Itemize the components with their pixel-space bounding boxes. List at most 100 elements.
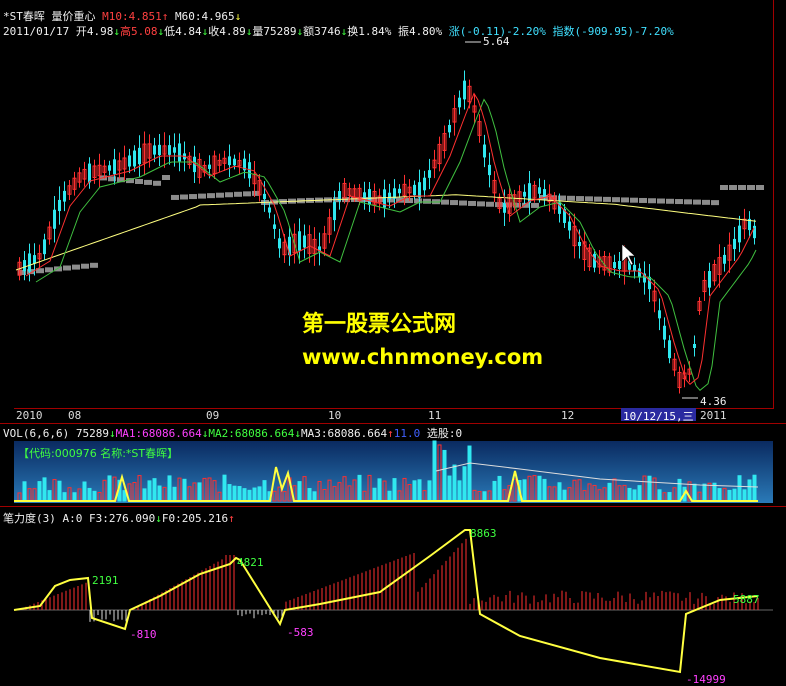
- candle-body: [178, 143, 181, 162]
- date-tick: 08: [68, 409, 82, 422]
- vol-bar: [37, 481, 42, 502]
- gravity-block: [711, 200, 719, 206]
- m60-value: M60:4.965: [174, 10, 235, 23]
- candle-body: [613, 262, 616, 268]
- candle-body: [568, 221, 571, 231]
- gravity-block: [459, 200, 467, 206]
- vol-bar: [557, 482, 562, 502]
- candle-body: [418, 182, 421, 198]
- vol-bar: [657, 489, 662, 502]
- price-high-label: 5.64: [483, 35, 510, 48]
- vol-bar: [727, 489, 732, 502]
- vol-bar: [607, 482, 612, 502]
- candle-body: [298, 231, 301, 251]
- ma-short-line: [25, 92, 755, 385]
- gravity-block: [594, 196, 602, 202]
- quote-amount: 额3746: [303, 25, 341, 38]
- vol-bar: [157, 485, 162, 502]
- candle-body: [43, 239, 46, 255]
- vol-bar: [492, 480, 497, 502]
- quote-date: 2011/01/17: [3, 25, 70, 38]
- gravity-block: [135, 179, 143, 184]
- separator: [0, 423, 786, 424]
- candle-body: [723, 254, 726, 264]
- vol-bar: [237, 486, 242, 502]
- vol-bar: [87, 487, 92, 502]
- gravity-block: [486, 201, 494, 207]
- vol-bar: [82, 481, 87, 502]
- candle-body: [268, 207, 271, 213]
- bili-f3: F3:276.090: [89, 512, 156, 525]
- vol-bar: [372, 487, 377, 502]
- vol-bar: [627, 487, 632, 502]
- vol-bar: [62, 492, 67, 502]
- candle-body: [28, 253, 31, 272]
- candle-body: [113, 159, 116, 175]
- vol-info: 【代码:000976 名称:*ST春晖】: [18, 447, 179, 460]
- quote-high: 高5.08: [119, 25, 158, 38]
- candle-body: [668, 340, 671, 359]
- gravity-block: [747, 185, 755, 190]
- vol-bar: [72, 492, 77, 502]
- vol-bar: [647, 475, 652, 502]
- gravity-block: [198, 193, 206, 199]
- gravity-block: [450, 200, 458, 206]
- candle-body: [168, 145, 171, 155]
- gravity-block: [441, 199, 449, 205]
- quote-low: 低4.84: [164, 25, 202, 38]
- candle-body: [173, 147, 176, 153]
- vol-bar: [262, 480, 267, 502]
- gravity-block: [171, 194, 179, 200]
- gravity-block: [639, 197, 647, 203]
- bili-label-neg14999: -14999: [686, 673, 726, 686]
- candle-body: [428, 170, 431, 178]
- vol-bar: [257, 486, 262, 502]
- quote-open: 开4.98: [75, 25, 114, 38]
- date-tick: 2011: [700, 409, 727, 422]
- gravity-block: [234, 191, 242, 197]
- candle-body: [153, 145, 156, 155]
- watermark-url: www.chnmoney.com: [302, 345, 544, 369]
- vol-bar: [632, 489, 637, 502]
- gravity-block: [585, 196, 593, 202]
- gravity-block: [225, 192, 233, 198]
- quote-bar: 2011/01/17 开4.98↓高5.08↓低4.84↓收4.89↓量7528…: [3, 25, 674, 38]
- candle-body: [33, 255, 36, 264]
- vol-bar: [387, 490, 392, 502]
- vol-bar: [462, 466, 467, 502]
- gravity-block: [207, 193, 215, 199]
- gravity-block: [54, 266, 62, 272]
- candle-body: [228, 156, 231, 166]
- candle-body: [463, 80, 466, 100]
- gravity-block: [612, 197, 620, 203]
- vol-bar: [147, 480, 152, 502]
- candle-body: [458, 97, 461, 108]
- gravity-block: [738, 185, 746, 190]
- candle-body: [263, 193, 266, 200]
- gravity-block: [603, 196, 611, 202]
- candle-body: [128, 155, 131, 167]
- vol-bar: [57, 480, 62, 502]
- candle-body: [208, 164, 211, 169]
- candle-body: [423, 177, 426, 191]
- vol-bar: [357, 474, 362, 502]
- gravity-block: [243, 191, 251, 197]
- bili-f0: F0:205.216: [161, 512, 229, 525]
- gravity-block: [621, 197, 629, 203]
- price-low-label: 4.36: [700, 395, 727, 408]
- vol-bar: [182, 478, 187, 502]
- vol-bar: [737, 475, 742, 502]
- vol-bar: [447, 475, 452, 502]
- vol-bar: [107, 475, 112, 502]
- candle-body: [88, 163, 91, 183]
- gravity-block: [666, 198, 674, 204]
- quote-volume: 量75289: [252, 25, 297, 38]
- vol-bar: [497, 475, 502, 502]
- candle-body: [278, 238, 281, 249]
- vol-bar: [482, 491, 487, 502]
- candle-body: [708, 271, 711, 288]
- vol-bar: [307, 488, 312, 502]
- vol-bar: [637, 485, 642, 502]
- vol-bar: [717, 488, 722, 502]
- bili-chart[interactable]: [0, 526, 786, 686]
